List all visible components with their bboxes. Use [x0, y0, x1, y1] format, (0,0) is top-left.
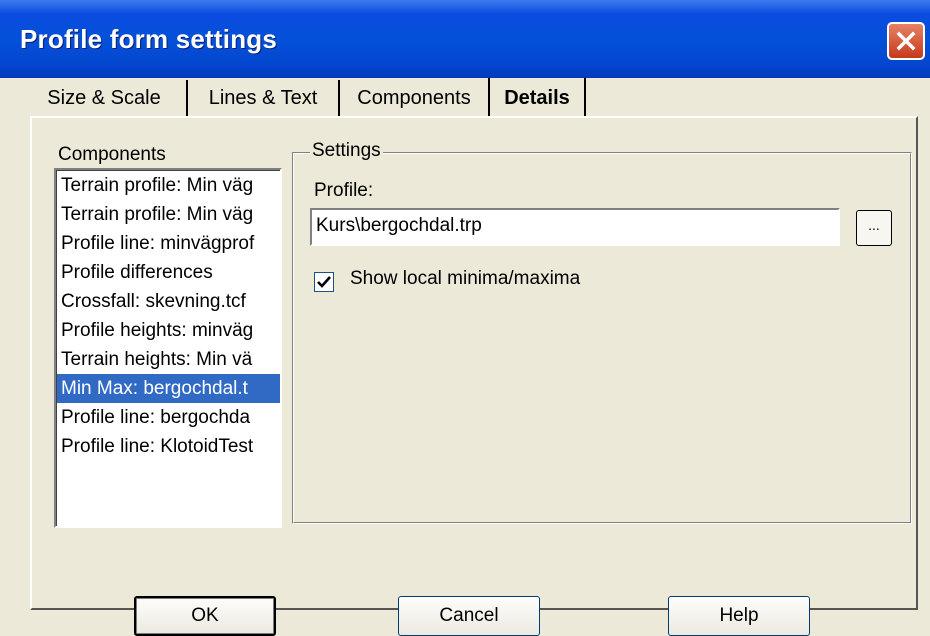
tab-lines-text[interactable]: Lines & Text: [188, 80, 340, 116]
settings-group-label: Settings: [310, 140, 383, 162]
dialog-body: Size & Scale Lines & Text Components Det…: [0, 78, 930, 636]
tab-panel: Components Terrain profile: Min väg Terra…: [30, 116, 918, 610]
components-label: Components: [58, 144, 166, 165]
components-listbox[interactable]: Terrain profile: Min väg Terrain profile:…: [54, 168, 282, 528]
list-item[interactable]: Profile differences: [57, 258, 280, 287]
list-item[interactable]: Profile line: KlotoidTest: [57, 432, 280, 461]
tab-components[interactable]: Components: [340, 80, 490, 116]
close-button[interactable]: [887, 22, 925, 60]
list-item[interactable]: Profile heights: minväg: [57, 316, 280, 345]
profile-input[interactable]: Kurs\bergochdal.trp: [310, 208, 840, 246]
list-item[interactable]: Profile line: minvägprof: [57, 229, 280, 258]
window-title: Profile form settings: [20, 24, 278, 54]
list-item[interactable]: Profile line: bergochda: [57, 403, 280, 432]
profile-label: Profile:: [314, 180, 374, 201]
cancel-button[interactable]: Cancel: [398, 596, 540, 636]
tab-size-scale[interactable]: Size & Scale: [22, 80, 188, 116]
show-minmax-label[interactable]: Show local minima/maxima: [350, 268, 580, 290]
show-minmax-checkbox[interactable]: [314, 272, 334, 292]
list-item[interactable]: Min Max: bergochdal.t: [57, 374, 280, 403]
list-item[interactable]: Terrain heights: Min vä: [57, 345, 280, 374]
close-icon: [896, 31, 916, 51]
list-item[interactable]: Crossfall: skevning.tcf: [57, 287, 280, 316]
tab-details[interactable]: Details: [488, 78, 586, 118]
title-bar[interactable]: Profile form settings: [0, 0, 930, 78]
help-button[interactable]: Help: [668, 596, 810, 636]
ok-button[interactable]: OK: [134, 596, 276, 636]
browse-button[interactable]: ...: [856, 210, 892, 246]
list-item[interactable]: Terrain profile: Min väg: [57, 171, 280, 200]
list-item[interactable]: Terrain profile: Min väg: [57, 200, 280, 229]
components-list: Terrain profile: Min väg Terrain profile:…: [56, 170, 280, 526]
checkmark-icon: [317, 276, 331, 288]
